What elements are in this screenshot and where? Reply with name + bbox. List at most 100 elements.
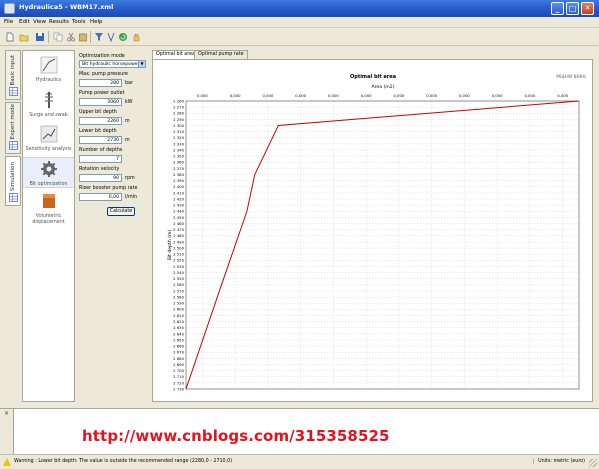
nav-item-surge-swab[interactable]: Surge and swab [23,91,74,119]
upper-depth-label: Upper bit depth [79,110,117,115]
y-tick-label: 2 580 [173,294,184,299]
tab-expert-mode[interactable]: Expert mode [5,102,21,154]
log-panel-side: × [0,409,14,455]
maximize-button[interactable]: □ [566,2,579,15]
y-tick-label: 2 650 [173,337,184,342]
tab-simulation[interactable]: Simulation [5,156,21,206]
pump-power-input[interactable]: 3060 [79,98,122,106]
table-icon [9,141,18,150]
rotation-input[interactable]: 90 [79,174,122,182]
riser-unit: l/min [125,195,137,200]
surge-swab-icon [44,91,53,108]
y-tick-label: 2 420 [173,196,184,201]
copy-icon[interactable] [53,32,63,42]
chart-panel: Optimal bit area Area (m2) PEAUW BERG 0,… [152,59,593,402]
close-button[interactable]: ✕ [581,2,594,15]
close-icon[interactable]: × [4,410,9,417]
y-tick-label: 2 640 [173,331,184,336]
x-tick-label: 0,000 [557,93,568,98]
y-tick-label: 2 730 [173,386,184,391]
nav-item-volumetric[interactable]: Volumetric displacement [23,192,74,226]
filter-icon[interactable] [94,32,104,42]
menu-bar: File Edit View Results Tools Help [0,17,599,28]
y-tick-label: 2 450 [173,215,184,220]
refresh-icon[interactable] [118,32,128,42]
y-tick-label: 2 470 [173,227,184,232]
max-pump-pressure-input[interactable]: 280 [79,79,122,87]
save-icon[interactable] [35,32,45,42]
status-warning-text: Warning : Lower bit depth: The value is … [14,459,233,464]
rotation-unit: rpm [125,176,135,181]
menu-edit[interactable]: Edit [19,19,30,25]
x-tick-label: 0,000 [426,93,437,98]
x-tick-label: 0,000 [361,93,372,98]
tab-basic-input[interactable]: Basic input [5,50,21,100]
menu-tools[interactable]: Tools [72,19,86,25]
resize-grip-icon[interactable] [589,459,597,467]
x-tick-label: 0,000 [459,93,470,98]
x-tick-label: 0,000 [295,93,306,98]
y-tick-label: 2 440 [173,209,184,214]
nav-item-bit-optimization[interactable]: Bit optimization [23,157,74,188]
upper-depth-input[interactable]: 2260 [79,117,122,125]
num-depths-input[interactable]: 7 [79,155,122,163]
y-tick-label: 2 290 [173,117,184,122]
max-pump-pressure-label: Max. pump pressure [79,72,129,77]
title-bar: Hydraulica5 - WBM17.xml _ □ ✕ [0,0,599,17]
lower-depth-label: Lower bit depth [79,129,117,134]
nav-label-volumetric: Volumetric displacement [32,214,65,225]
rotation-label: Rotation velocity [79,167,120,172]
y-tick-label: 2 340 [173,147,184,152]
y-tick-label: 2 320 [173,135,184,140]
menu-results[interactable]: Results [49,19,69,25]
calculate-button[interactable]: Calculate [107,207,135,216]
chart-x-ticks: 0,000 0,000 0,000 0,000 0,000 0,000 0,000 0,000… [197,93,569,98]
y-tick-label: 2 430 [173,203,184,208]
y-tick-label: 2 590 [173,301,184,306]
nav-label-hydraulics: Hydraulics [35,78,62,83]
toolbar [0,28,599,46]
y-tick-label: 2 710 [173,374,184,379]
lower-depth-unit: m [125,138,130,143]
chart-x-axis-label: Area (m2) [371,84,394,90]
hand-icon[interactable] [131,32,141,42]
chevron-down-icon[interactable]: ▼ [138,61,145,67]
status-bar: Warning : Lower bit depth: The value is … [0,454,599,469]
menu-file[interactable]: File [4,19,13,25]
x-tick-label: 0,000 [197,93,208,98]
new-file-icon[interactable] [5,32,15,42]
opt-mode-select[interactable]: Bit hydraulic horsepower ▼ [79,60,146,68]
minimize-button[interactable]: _ [551,2,564,15]
y-tick-label: 2 370 [173,166,184,171]
y-tick-label: 2 610 [173,313,184,318]
chart-logo: PEAUW BERG [556,74,586,79]
window-title: Hydraulica5 - WBM17.xml [19,3,114,11]
y-tick-label: 2 380 [173,172,184,177]
watermark-text: http://www.cnblogs.com/315358525 [82,427,390,445]
y-tick-label: 2 270 [173,105,184,110]
cut-icon[interactable] [66,32,76,42]
menu-view[interactable]: View [33,19,46,25]
num-depths-label: Number of depths [79,148,123,153]
x-tick-label: 0,000 [328,93,339,98]
tab-optimal-pump-rate[interactable]: Optimal pump rate [194,50,248,59]
lower-depth-input[interactable]: 2730 [79,136,122,144]
y-tick-label: 2 330 [173,141,184,146]
y-tick-label: 2 510 [173,252,184,257]
riser-input[interactable]: 0,00 [79,193,122,201]
open-folder-icon[interactable] [19,32,29,42]
upper-depth-unit: m [125,119,130,124]
nav-item-hydraulics[interactable]: Hydraulics [23,56,74,84]
y-tick-label: 2 570 [173,288,184,293]
menu-help[interactable]: Help [90,19,103,25]
y-tick-label: 2 490 [173,239,184,244]
riser-label: Riser booster pump rate [79,186,138,191]
nav-item-sensitivity[interactable]: Sensitivity analysis [23,125,74,153]
chart-series-group [185,100,580,390]
wellbore-icon[interactable] [106,32,116,42]
table-icon [9,87,18,96]
paste-icon[interactable] [78,32,88,42]
toolbar-separator [90,31,91,43]
table-icon [9,193,18,202]
y-tick-label: 2 260 [173,98,184,103]
